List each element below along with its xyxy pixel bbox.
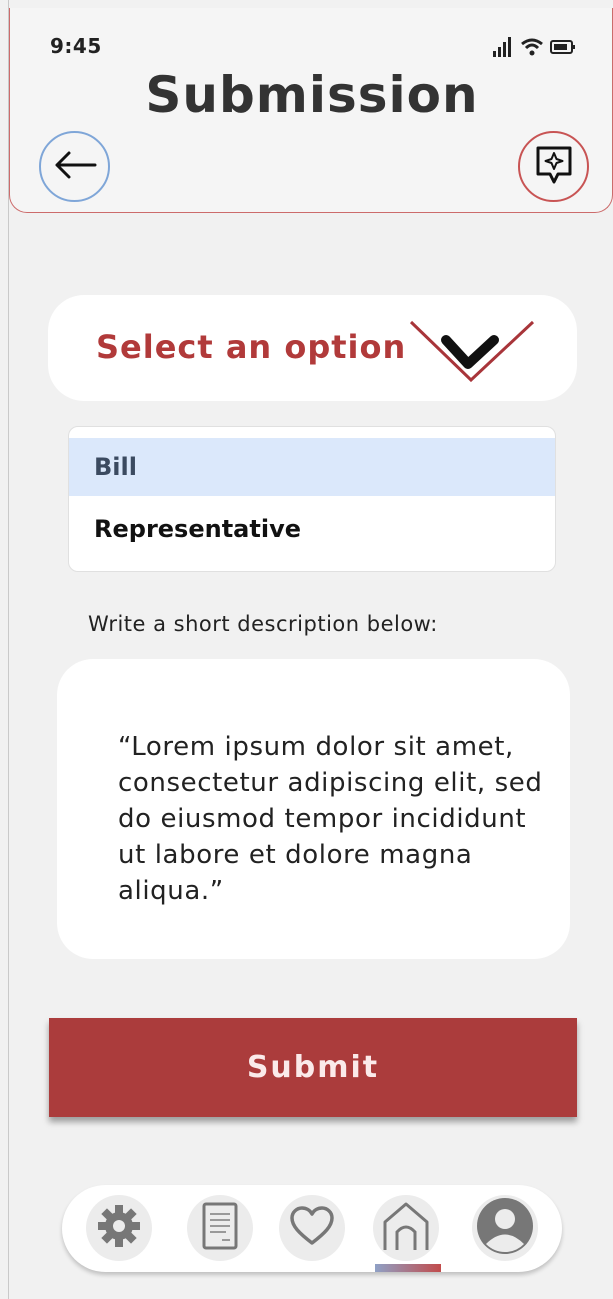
option-select[interactable]: Select an option	[48, 295, 577, 401]
signal-icon	[492, 36, 514, 62]
chevron-down-icon	[408, 320, 538, 388]
heart-icon	[289, 1205, 335, 1251]
back-button[interactable]	[39, 131, 110, 202]
active-tab-indicator	[375, 1264, 441, 1272]
option-representative[interactable]: Representative	[69, 500, 555, 558]
wifi-icon	[520, 37, 544, 61]
header: 9:45 Submission	[9, 8, 613, 213]
page-title: Submission	[145, 66, 479, 124]
nav-home[interactable]	[373, 1195, 439, 1261]
option-bill[interactable]: Bill	[69, 438, 555, 496]
gear-icon	[96, 1203, 142, 1253]
nav-settings[interactable]	[86, 1195, 152, 1261]
status-icons	[492, 36, 576, 62]
status-time: 9:45	[50, 34, 102, 58]
select-placeholder: Select an option	[96, 328, 407, 366]
nav-profile[interactable]	[472, 1195, 538, 1261]
profile-icon	[476, 1197, 534, 1259]
nav-favorites[interactable]	[279, 1195, 345, 1261]
description-label: Write a short description below:	[88, 612, 438, 636]
nav-documents[interactable]	[187, 1195, 253, 1261]
ai-sparkle-button[interactable]	[518, 131, 589, 202]
document-icon	[200, 1202, 240, 1254]
description-textarea[interactable]: “Lorem ipsum dolor sit amet, consectetur…	[57, 659, 570, 959]
bottom-nav	[62, 1185, 562, 1272]
home-icon	[381, 1200, 431, 1256]
description-text: “Lorem ipsum dolor sit amet, consectetur…	[118, 732, 543, 906]
submit-button[interactable]: Submit	[49, 1018, 577, 1117]
battery-icon	[550, 39, 576, 59]
arrow-left-icon	[53, 150, 97, 184]
sparkle-chat-icon	[534, 144, 574, 190]
dropdown-options: Bill Representative	[68, 426, 556, 572]
